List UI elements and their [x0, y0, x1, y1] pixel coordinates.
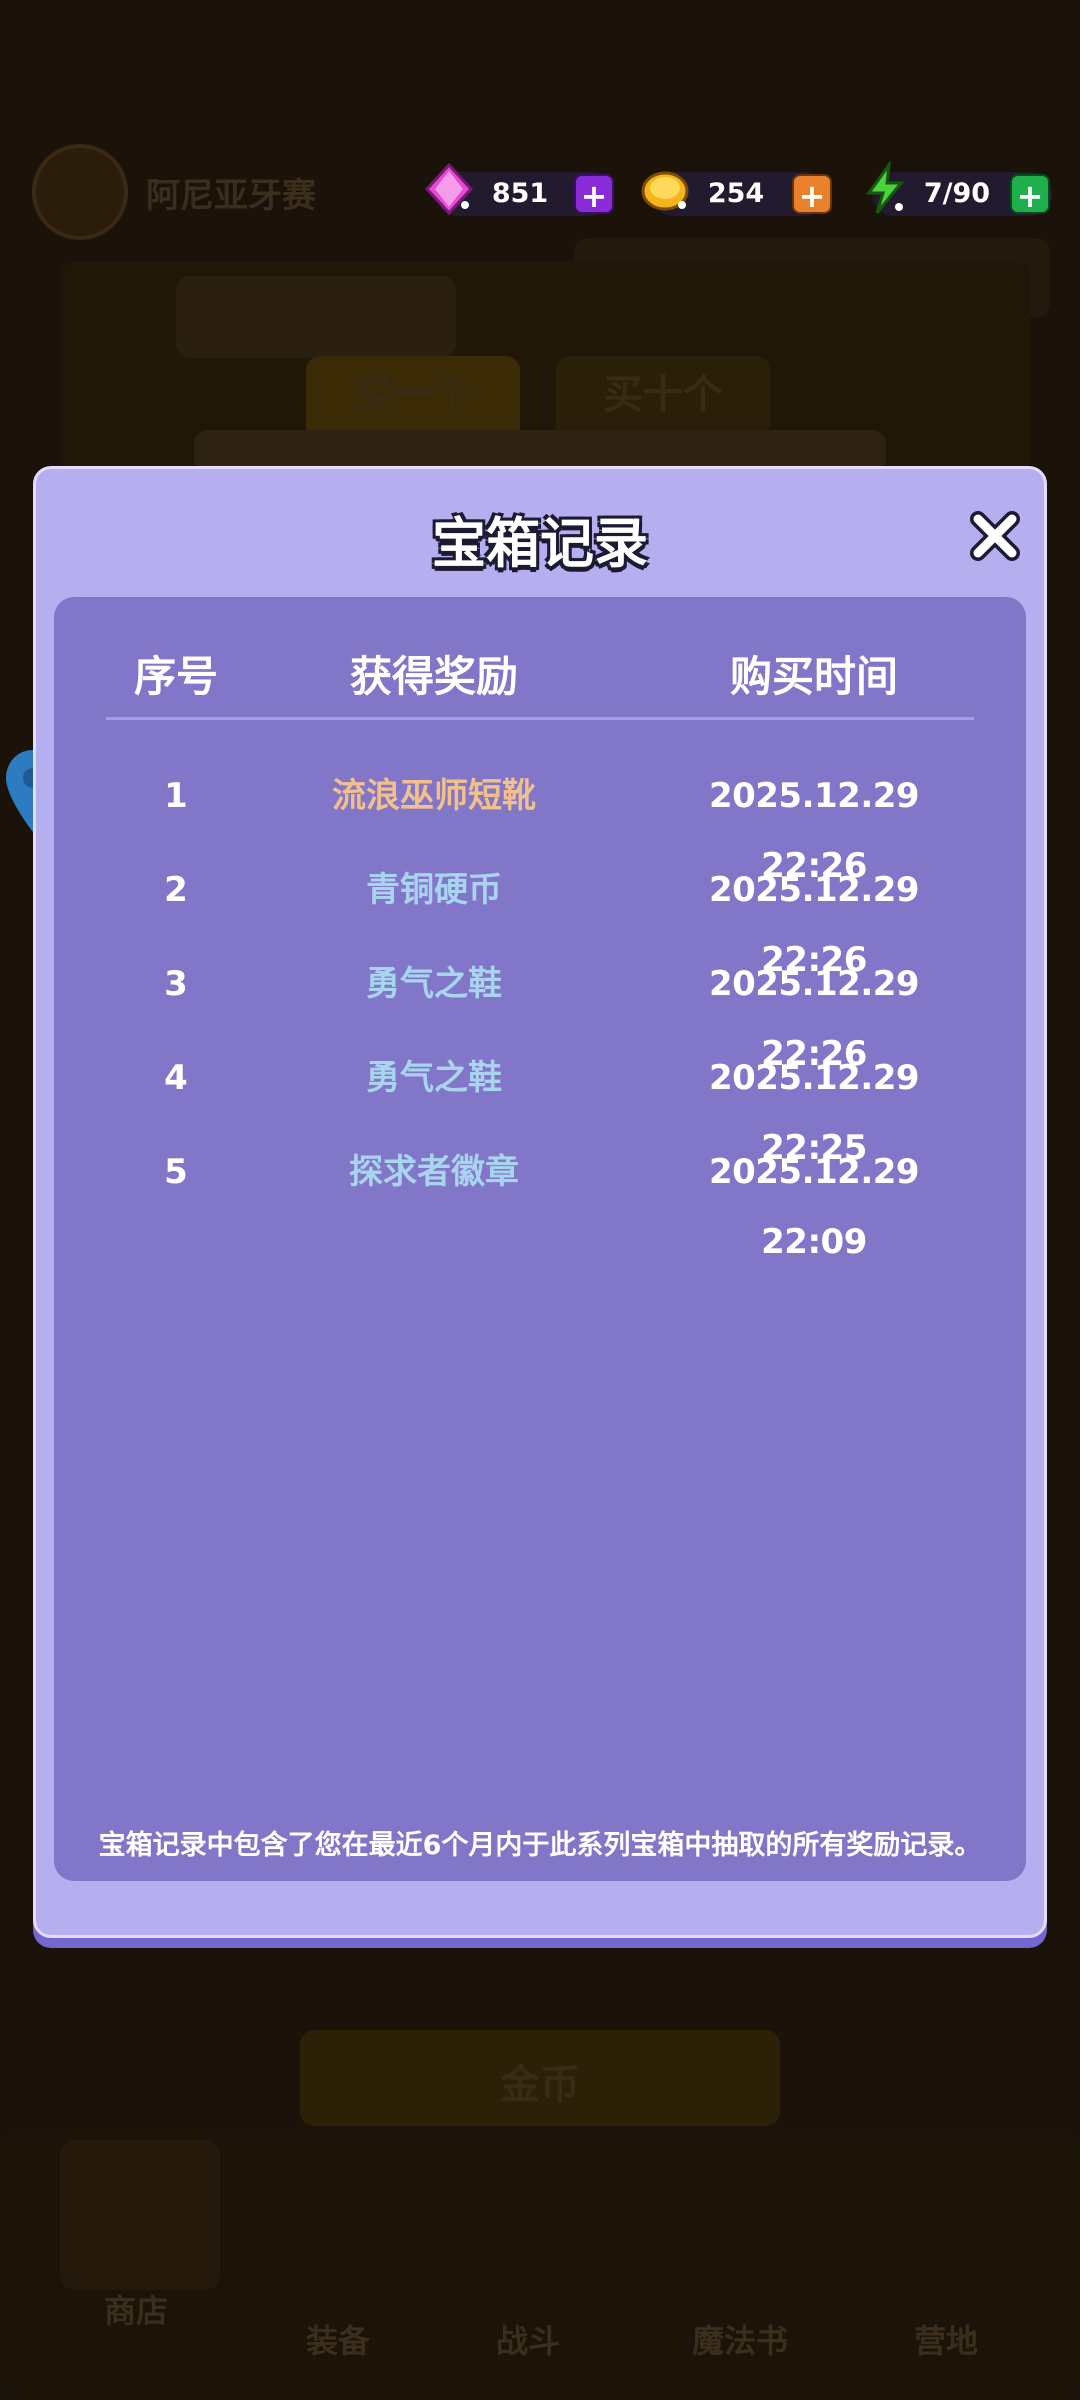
nav-item-camp[interactable]: 营地 [866, 2316, 1026, 2362]
player-name: 阿尼亚牙赛 [146, 176, 316, 216]
lightning-icon [856, 160, 914, 218]
buy-one-label: 买一个 [353, 372, 473, 418]
row-reward: 探求者徽章 [349, 1152, 519, 1192]
nav-item-shop[interactable]: 商店 [56, 2286, 216, 2332]
avatar[interactable] [32, 144, 128, 240]
table-row: 4 勇气之鞋 2025.12.29 22:25 [54, 1043, 1026, 1168]
add-energy-button[interactable]: + [1010, 174, 1050, 215]
nav-item-spellbook[interactable]: 魔法书 [660, 2316, 820, 2362]
column-header-time: 购买时间 [729, 652, 898, 701]
record-table: 序号 获得奖励 购买时间 1 流浪巫师短靴 2025.12.29 22:26 2… [54, 597, 1026, 1881]
nav-item-equipment[interactable]: 装备 [258, 2316, 418, 2362]
table-row: 2 青铜硬币 2025.12.29 22:26 [54, 855, 1026, 980]
energy-count: 7/90 [923, 178, 991, 209]
row-reward: 勇气之鞋 [366, 964, 502, 1004]
row-time: 2025.12.29 22:09 [708, 1152, 920, 1262]
shop-icon [60, 2140, 220, 2290]
dialog-title: 宝箱记录 [432, 512, 648, 575]
row-index: 2 [164, 870, 188, 910]
add-gem-button[interactable]: + [574, 174, 614, 215]
row-index: 4 [164, 1058, 188, 1098]
chest-record-dialog: 宝箱记录 序号 获得奖励 购买时间 1 流浪巫师短靴 2025.12.29 22… [33, 466, 1047, 1938]
column-header-reward: 获得奖励 [349, 652, 518, 701]
row-reward: 勇气之鞋 [366, 1058, 502, 1098]
coin-count: 254 [707, 178, 765, 209]
row-reward: 流浪巫师短靴 [332, 776, 536, 816]
pink-gem-icon [420, 160, 478, 218]
currency-banner-label: 金币 [500, 2062, 580, 2108]
table-row: 3 勇气之鞋 2025.12.29 22:26 [54, 949, 1026, 1074]
column-header-index: 序号 [133, 652, 218, 701]
gold-coin-icon [636, 160, 694, 218]
gem-count: 851 [491, 178, 549, 209]
record-note: 宝箱记录中包含了您在最近6个月内于此系列宝箱中抽取的所有奖励记录。 [98, 1830, 982, 1861]
table-row: 5 探求者徽章 2025.12.29 22:09 [54, 1137, 1026, 1262]
row-index: 5 [164, 1152, 188, 1192]
row-index: 3 [164, 964, 188, 1004]
chest-image [176, 276, 456, 358]
row-index: 1 [164, 776, 188, 816]
header-divider [106, 717, 974, 720]
add-coin-button[interactable]: + [792, 174, 832, 215]
nav-item-battle[interactable]: 战斗 [448, 2316, 608, 2362]
row-reward: 青铜硬币 [366, 870, 502, 910]
table-row: 1 流浪巫师短靴 2025.12.29 22:26 [54, 761, 1026, 886]
close-icon[interactable] [968, 509, 1022, 563]
buy-ten-label: 买十个 [603, 372, 723, 418]
